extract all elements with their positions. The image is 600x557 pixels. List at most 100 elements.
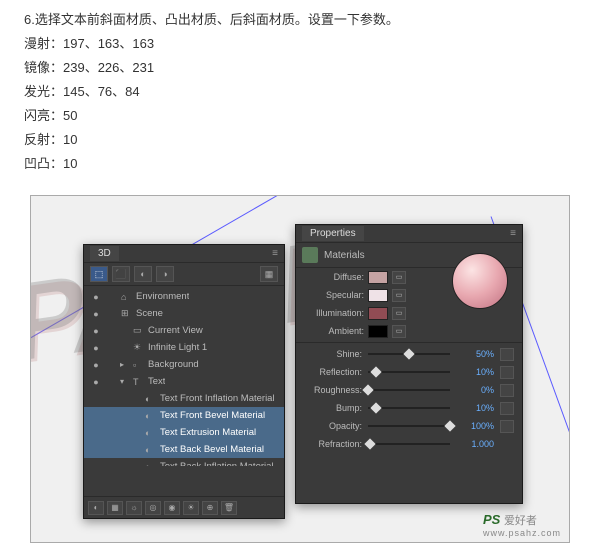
item-type-icon: ◐ xyxy=(145,394,157,404)
visibility-toggle-icon[interactable]: ● xyxy=(90,309,102,319)
filter-btn[interactable]: ◑ xyxy=(156,266,174,282)
filter-btn[interactable]: ▦ xyxy=(260,266,278,282)
texture-map-button[interactable] xyxy=(500,366,514,379)
slider-value[interactable]: 100% xyxy=(456,421,494,431)
tree-row[interactable]: ●⌂Environment xyxy=(84,288,284,305)
slider-value[interactable]: 10% xyxy=(456,367,494,377)
texture-map-button[interactable]: ▭ xyxy=(392,271,406,284)
slider-handle[interactable] xyxy=(444,420,455,431)
footer-button[interactable]: ◉ xyxy=(164,501,180,515)
tree-item-label: Text Front Bevel Material xyxy=(160,410,265,421)
doc-line: 反射：10 xyxy=(24,128,576,152)
footer-button[interactable]: ◐ xyxy=(88,501,104,515)
watermark-text: 爱好者 xyxy=(504,515,537,527)
texture-map-button[interactable]: ▭ xyxy=(392,307,406,320)
color-swatch[interactable] xyxy=(368,307,388,320)
color-swatch[interactable] xyxy=(368,289,388,302)
watermark-url: www.psahz.com xyxy=(483,528,561,538)
tree-item-label: Text Front Inflation Material xyxy=(160,393,275,404)
panel-header[interactable]: 3D ≡ xyxy=(84,245,284,263)
slider-value[interactable]: 1.000 xyxy=(456,439,494,449)
slider-track[interactable] xyxy=(368,389,450,391)
color-property-row: Ambient:▭ xyxy=(296,322,522,340)
visibility-toggle-icon[interactable]: ● xyxy=(90,377,102,387)
filter-btn[interactable]: ⬚ xyxy=(90,266,108,282)
property-label: Refraction: xyxy=(304,439,362,449)
property-label: Opacity: xyxy=(304,421,362,431)
filter-btn[interactable]: ⬛ xyxy=(112,266,130,282)
property-label: Roughness: xyxy=(304,385,362,395)
spacer xyxy=(178,266,256,282)
filter-row: ⬚ ⬛ ◐ ◑ ▦ xyxy=(84,263,284,286)
visibility-toggle-icon[interactable]: ● xyxy=(90,326,102,336)
panel-tab-properties[interactable]: Properties xyxy=(302,226,364,241)
filter-btn[interactable]: ◐ xyxy=(134,266,152,282)
color-swatch[interactable] xyxy=(368,271,388,284)
slider-track[interactable] xyxy=(368,443,450,445)
slider-value[interactable]: 0% xyxy=(456,385,494,395)
tree-row[interactable]: ●⊞Scene xyxy=(84,305,284,322)
property-label: Shine: xyxy=(304,349,362,359)
footer-button[interactable]: ◎ xyxy=(145,501,161,515)
expand-arrow-icon[interactable]: ▾ xyxy=(120,377,130,386)
item-type-icon: T xyxy=(133,377,145,387)
tree-row[interactable]: ● ☀Infinite Light 1 xyxy=(84,339,284,356)
panel-properties[interactable]: Properties ≡ Materials Diffuse:▭Specular… xyxy=(295,224,523,504)
footer-button[interactable]: ☼ xyxy=(126,501,142,515)
texture-map-button[interactable]: ▭ xyxy=(392,325,406,338)
tree-row[interactable]: ◐Text Front Inflation Material xyxy=(84,390,284,407)
tree-row[interactable]: ●▸▫Background xyxy=(84,356,284,373)
watermark: PS 爱好者 www.psahz.com xyxy=(483,512,561,538)
visibility-toggle-icon[interactable]: ● xyxy=(90,360,102,370)
footer-button[interactable]: ▦ xyxy=(107,501,123,515)
expand-arrow-icon[interactable]: ▸ xyxy=(120,360,130,369)
slider-handle[interactable] xyxy=(371,366,382,377)
doc-line: 凹凸：10 xyxy=(24,152,576,176)
slider-handle[interactable] xyxy=(362,384,373,395)
color-swatch[interactable] xyxy=(368,325,388,338)
tree-row[interactable]: ◐Text Front Bevel Material xyxy=(84,407,284,424)
panel-menu-icon[interactable]: ≡ xyxy=(510,228,516,239)
tree-row[interactable]: ● ▾TText xyxy=(84,373,284,390)
panel-header[interactable]: Properties ≡ xyxy=(296,225,522,243)
tree-row[interactable]: ◐Text Back Inflation Material xyxy=(84,458,284,466)
slider-property-row: Refraction: 1.000 xyxy=(296,435,522,453)
tree-row[interactable]: ◐Text Back Bevel Material xyxy=(84,441,284,458)
slider-value[interactable]: 50% xyxy=(456,349,494,359)
footer-button[interactable]: ☀ xyxy=(183,501,199,515)
texture-map-button[interactable] xyxy=(500,420,514,433)
panel-footer: ◐▦☼◎◉☀⊕🗑 xyxy=(84,496,284,518)
material-preview-sphere[interactable] xyxy=(452,253,508,309)
item-type-icon: ◐ xyxy=(145,445,157,455)
slider-track[interactable] xyxy=(368,425,450,427)
texture-map-button[interactable] xyxy=(500,384,514,397)
tree-item-label: Infinite Light 1 xyxy=(148,342,207,353)
tree-row[interactable]: ◐Text Extrusion Material xyxy=(84,424,284,441)
property-label: Specular: xyxy=(304,290,364,300)
slider-value[interactable]: 10% xyxy=(456,403,494,413)
visibility-toggle-icon[interactable]: ● xyxy=(90,343,102,353)
slider-handle[interactable] xyxy=(403,348,414,359)
panel-3d[interactable]: 3D ≡ ⬚ ⬛ ◐ ◑ ▦ ●⌂Environment●⊞Scene●▭Cur… xyxy=(83,244,285,519)
footer-button[interactable]: ⊕ xyxy=(202,501,218,515)
slider-handle[interactable] xyxy=(371,402,382,413)
slider-handle[interactable] xyxy=(365,438,376,449)
item-type-icon: ◐ xyxy=(145,462,157,467)
tree-item-label: Text xyxy=(148,376,165,387)
slider-track[interactable] xyxy=(368,371,450,373)
texture-map-button[interactable] xyxy=(500,348,514,361)
scene-tree: ●⌂Environment●⊞Scene●▭Current View●☀Infi… xyxy=(84,286,284,466)
slider-track[interactable] xyxy=(368,353,450,355)
slider-property-row: Reflection:10% xyxy=(296,363,522,381)
item-type-icon: ☀ xyxy=(133,342,145,353)
panel-tab-3d[interactable]: 3D xyxy=(90,246,119,261)
texture-map-button[interactable]: ▭ xyxy=(392,289,406,302)
footer-button[interactable]: 🗑 xyxy=(221,501,237,515)
visibility-toggle-icon[interactable]: ● xyxy=(90,292,102,302)
tree-row[interactable]: ●▭Current View xyxy=(84,322,284,339)
tree-item-label: Text Extrusion Material xyxy=(160,427,256,438)
panel-menu-icon[interactable]: ≡ xyxy=(272,248,278,259)
materials-icon xyxy=(302,247,318,263)
slider-track[interactable] xyxy=(368,407,450,409)
texture-map-button[interactable] xyxy=(500,402,514,415)
